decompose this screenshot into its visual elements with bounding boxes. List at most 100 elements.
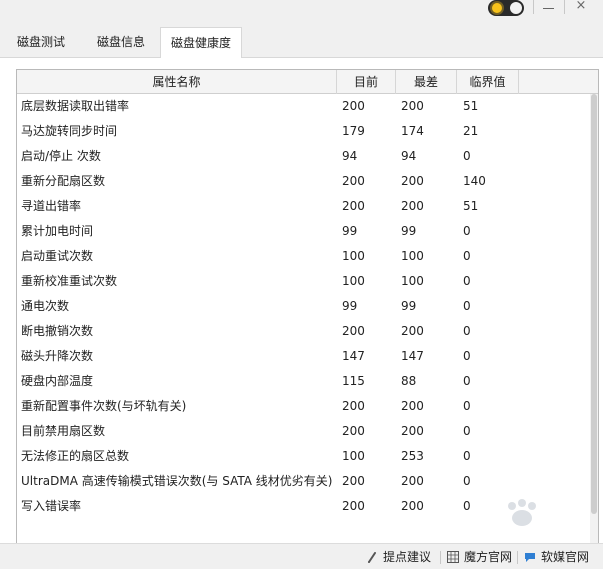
column-header-worst[interactable]: 最差	[396, 70, 457, 94]
table-row[interactable]: 重新分配扇区数 200 200 140	[17, 169, 590, 194]
minimize-button[interactable]	[540, 0, 558, 14]
close-icon: ×	[575, 0, 587, 13]
threshold-value-cell: 0	[463, 349, 471, 363]
divider	[440, 551, 441, 564]
threshold-value-cell: 0	[463, 449, 471, 463]
column-header-current[interactable]: 目前	[337, 70, 396, 94]
current-value-cell: 99	[342, 224, 358, 238]
attribute-name-cell: UltraDMA 高速传输模式错误次数(与 SATA 线材优劣有关)	[21, 474, 333, 488]
table-row[interactable]: 通电次数 99 99 0	[17, 294, 590, 319]
close-button[interactable]: ×	[572, 0, 590, 14]
threshold-value-cell: 51	[463, 99, 479, 113]
attribute-name-cell: 马达旋转同步时间	[21, 124, 118, 138]
attribute-name-cell: 目前禁用扇区数	[21, 424, 106, 438]
tab-disk-health[interactable]: 磁盘健康度	[160, 27, 242, 59]
table-row[interactable]: 磁头升降次数 147 147 0	[17, 344, 590, 369]
worst-value-cell: 200	[401, 174, 424, 188]
column-header-threshold[interactable]: 临界值	[457, 70, 519, 94]
worst-value-cell: 88	[401, 374, 417, 388]
current-value-cell: 200	[342, 99, 365, 113]
table-row[interactable]: 断电撤销次数 200 200 0	[17, 319, 590, 344]
current-value-cell: 94	[342, 149, 358, 163]
current-value-cell: 200	[342, 499, 365, 513]
mofang-site-link[interactable]: 魔方官网	[447, 544, 512, 569]
worst-value-cell: 94	[401, 149, 417, 163]
ruanmei-site-label: 软媒官网	[541, 550, 590, 564]
threshold-value-cell: 0	[463, 324, 471, 338]
table-row[interactable]: 重新配置事件次数(与坏轨有关) 200 200 0	[17, 394, 590, 419]
table-row[interactable]: 重新校准重试次数 100 100 0	[17, 269, 590, 294]
worst-value-cell: 200	[401, 99, 424, 113]
threshold-value-cell: 140	[463, 174, 486, 188]
worst-value-cell: 200	[401, 324, 424, 338]
attribute-name-cell: 通电次数	[21, 299, 70, 313]
table-row[interactable]: 启动/停止 次数 94 94 0	[17, 144, 590, 169]
table-row[interactable]: 寻道出错率 200 200 51	[17, 194, 590, 219]
attribute-name-cell: 重新配置事件次数(与坏轨有关)	[21, 399, 187, 413]
toggle-knob	[510, 2, 522, 14]
worst-value-cell: 100	[401, 274, 424, 288]
worst-value-cell: 200	[401, 424, 424, 438]
attribute-name-cell: 重新分配扇区数	[21, 174, 106, 188]
worst-value-cell: 147	[401, 349, 424, 363]
attribute-name-cell: 底层数据读取出错率	[21, 99, 130, 113]
table-row[interactable]: 硬盘内部温度 115 88 0	[17, 369, 590, 394]
sun-icon	[492, 3, 502, 13]
threshold-value-cell: 0	[463, 249, 471, 263]
theme-toggle[interactable]	[488, 0, 524, 16]
table-header: 属性名称 目前 最差 临界值	[17, 70, 598, 94]
current-value-cell: 100	[342, 249, 365, 263]
threshold-value-cell: 0	[463, 399, 471, 413]
current-value-cell: 100	[342, 274, 365, 288]
table-row[interactable]: 底层数据读取出错率 200 200 51	[17, 94, 590, 119]
worst-value-cell: 100	[401, 249, 424, 263]
threshold-value-cell: 51	[463, 199, 479, 213]
footer-bar: 提点建议 魔方官网 软媒官网	[0, 543, 603, 569]
attribute-name-cell: 重新校准重试次数	[21, 274, 118, 288]
threshold-value-cell: 0	[463, 149, 471, 163]
table-row[interactable]: 启动重试次数 100 100 0	[17, 244, 590, 269]
current-value-cell: 200	[342, 199, 365, 213]
table-row[interactable]: 目前禁用扇区数 200 200 0	[17, 419, 590, 444]
feedback-link[interactable]: 提点建议	[366, 544, 431, 569]
scrollbar-thumb[interactable]	[591, 94, 597, 514]
worst-value-cell: 174	[401, 124, 424, 138]
attribute-name-cell: 无法修正的扇区总数	[21, 449, 130, 463]
chat-icon	[525, 553, 535, 562]
current-value-cell: 100	[342, 449, 365, 463]
ruanmei-site-link[interactable]: 软媒官网	[524, 544, 589, 569]
attribute-name-cell: 寻道出错率	[21, 199, 82, 213]
worst-value-cell: 200	[401, 499, 424, 513]
vertical-scrollbar[interactable]	[590, 94, 598, 544]
current-value-cell: 147	[342, 349, 365, 363]
attribute-name-cell: 写入错误率	[21, 499, 82, 513]
attribute-name-cell: 磁头升降次数	[21, 349, 94, 363]
attribute-name-cell: 启动/停止 次数	[21, 149, 101, 163]
current-value-cell: 200	[342, 174, 365, 188]
column-header-attribute[interactable]: 属性名称	[17, 70, 337, 94]
threshold-value-cell: 0	[463, 474, 471, 488]
worst-value-cell: 99	[401, 299, 417, 313]
table-row[interactable]: 马达旋转同步时间 179 174 21	[17, 119, 590, 144]
divider	[564, 0, 565, 14]
current-value-cell: 200	[342, 324, 365, 338]
attribute-name-cell: 启动重试次数	[21, 249, 94, 263]
threshold-value-cell: 0	[463, 299, 471, 313]
divider	[517, 551, 518, 564]
table-row[interactable]: 无法修正的扇区总数 100 253 0	[17, 444, 590, 469]
threshold-value-cell: 21	[463, 124, 479, 138]
table-row[interactable]: 累计加电时间 99 99 0	[17, 219, 590, 244]
health-panel: 属性名称 目前 最差 临界值 底层数据读取出错率 200 200 51 马达旋转同步时间…	[0, 58, 603, 544]
current-value-cell: 179	[342, 124, 365, 138]
feedback-label: 提点建议	[383, 550, 432, 564]
table-body: 底层数据读取出错率 200 200 51 马达旋转同步时间 179 174 21 启动/停止 次…	[17, 94, 590, 519]
current-value-cell: 200	[342, 399, 365, 413]
grid-icon	[447, 551, 459, 563]
mofang-site-label: 魔方官网	[464, 550, 513, 564]
threshold-value-cell: 0	[463, 424, 471, 438]
worst-value-cell: 200	[401, 399, 424, 413]
worst-value-cell: 200	[401, 474, 424, 488]
tab-disk-info[interactable]: 磁盘信息	[84, 27, 158, 58]
table-row[interactable]: UltraDMA 高速传输模式错误次数(与 SATA 线材优劣有关) 200 200…	[17, 469, 590, 494]
tab-disk-test[interactable]: 磁盘测试	[5, 27, 77, 58]
